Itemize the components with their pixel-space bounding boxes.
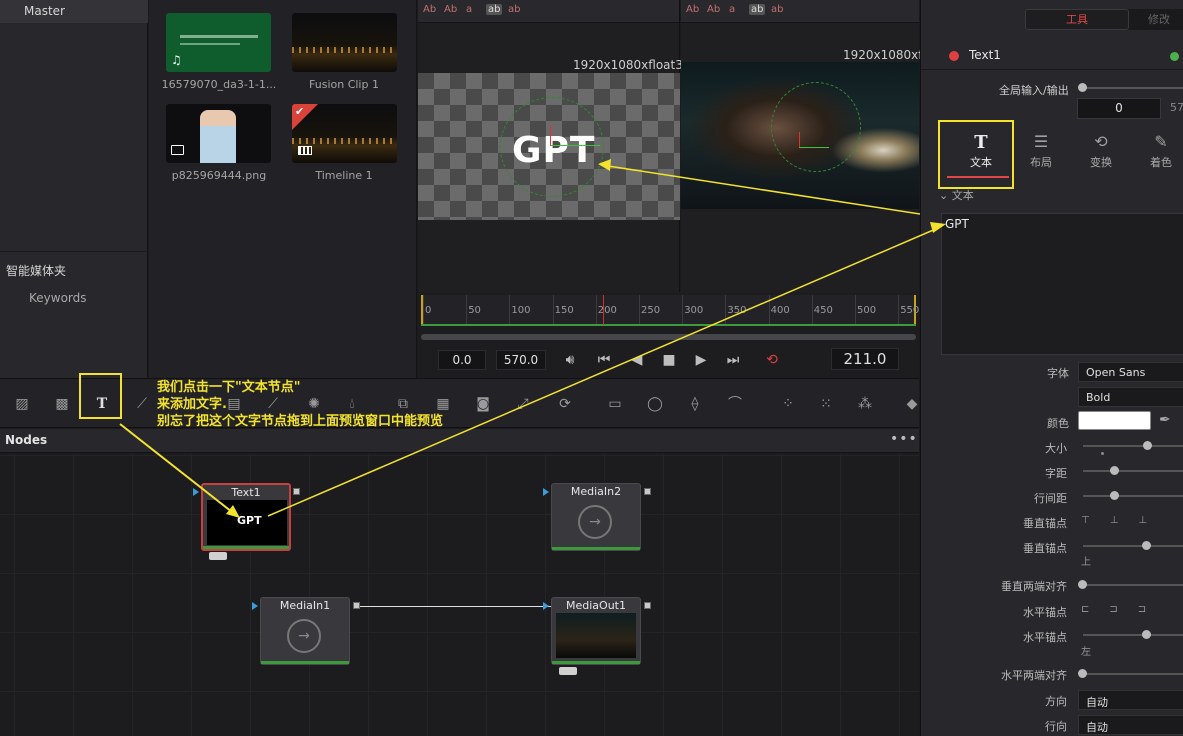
annotation-arrowhead	[598, 159, 611, 171]
annotation-arrow	[119, 423, 233, 513]
annotation-arrow	[267, 227, 939, 517]
annotation-arrow	[607, 165, 921, 215]
annotation-arrowhead	[226, 505, 240, 518]
annotation-arrows	[119, 159, 946, 518]
annotation-arrowhead	[930, 222, 946, 233]
